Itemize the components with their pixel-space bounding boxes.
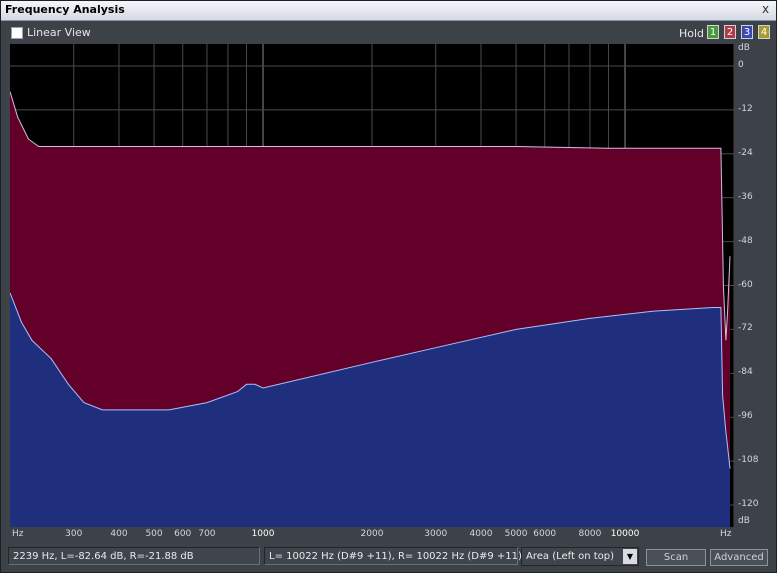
x-tick-label: 5000: [504, 529, 528, 539]
hold-button-2[interactable]: 2: [724, 25, 736, 39]
cursor-readout: 2239 Hz, L=-82.64 dB, R=-21.88 dB: [8, 547, 260, 565]
peak-readout: L= 10022 Hz (D#9 +11), R= 10022 Hz (D#9 …: [264, 547, 522, 565]
hold-button-3[interactable]: 3: [741, 25, 753, 39]
y-tick-label: 0: [738, 59, 744, 70]
y-tick-label: -48: [738, 235, 753, 246]
frequency-analysis-window: Frequency Analysis x Linear View Hold 1 …: [0, 0, 777, 573]
x-tick-label: 2000: [360, 529, 384, 539]
y-tick-label: -60: [738, 279, 753, 290]
y-tick-label: -24: [738, 147, 753, 158]
spectrum-chart: [10, 44, 734, 527]
view-mode-value: Area (Left on top): [526, 551, 615, 562]
x-tick-label: 3000: [424, 529, 448, 539]
x-unit-left: Hz: [12, 529, 24, 539]
db-axis: dB 0 -12 -24 -36 -48 -60 -72 -84 -96 -108 -120 dB: [734, 43, 774, 527]
hold-button-1[interactable]: 1: [707, 25, 719, 39]
linear-view-checkbox[interactable]: [11, 27, 23, 39]
y-unit-top: dB: [738, 43, 750, 53]
y-tick-label: -36: [738, 191, 753, 202]
hold-label: Hold: [679, 27, 705, 40]
y-tick-label: -120: [738, 499, 759, 510]
x-tick-label: 500: [145, 529, 163, 539]
x-unit-right: Hz: [720, 529, 732, 539]
x-tick-label: 6000: [533, 529, 557, 539]
y-unit-bottom: dB: [738, 516, 750, 526]
x-tick-label: 700: [198, 529, 216, 539]
x-tick-label: 400: [110, 529, 128, 539]
y-tick-label: -96: [738, 411, 753, 422]
chevron-down-icon[interactable]: ▼: [623, 549, 637, 564]
y-tick-label: -72: [738, 323, 753, 334]
advanced-button[interactable]: Advanced: [710, 549, 768, 566]
x-tick-label: 300: [65, 529, 83, 539]
x-tick-label: 1000: [251, 529, 275, 539]
view-mode-select[interactable]: Area (Left on top) ▼: [521, 547, 639, 566]
frequency-axis: Hz 300 400 500 600 700 1000 2000 3000 4000 5000 600…: [10, 527, 734, 543]
x-tick-label: 8000: [578, 529, 602, 539]
title-bar[interactable]: Frequency Analysis x: [1, 1, 776, 21]
scan-button[interactable]: Scan: [646, 549, 706, 566]
x-tick-label: 10000: [610, 529, 640, 539]
hold-button-4[interactable]: 4: [758, 25, 770, 39]
y-tick-label: -12: [738, 103, 753, 114]
linear-view-label: Linear View: [27, 26, 91, 39]
spectrum-plot[interactable]: [10, 44, 734, 527]
toolbar: Linear View Hold 1 2 3 4: [1, 21, 776, 43]
x-tick-label: 600: [174, 529, 192, 539]
x-tick-label: 4000: [469, 529, 493, 539]
window-title: Frequency Analysis: [5, 3, 125, 16]
y-tick-label: -84: [738, 367, 753, 378]
y-tick-label: -108: [738, 455, 759, 466]
close-icon[interactable]: x: [759, 3, 772, 16]
